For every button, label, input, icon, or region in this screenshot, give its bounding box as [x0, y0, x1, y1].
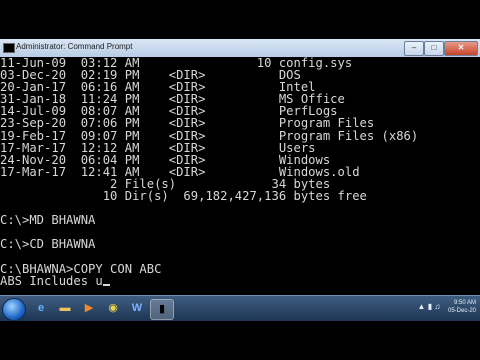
- console-input-line[interactable]: ABS Includes u: [0, 275, 480, 287]
- cmd-icon[interactable]: ▮: [150, 299, 174, 320]
- command-prompt-icon: [3, 43, 15, 53]
- tray-icons[interactable]: ▲ ▮ ♫: [418, 303, 441, 311]
- minimize-button[interactable]: –: [404, 41, 424, 56]
- console-input-text: ABS Includes u: [0, 273, 103, 288]
- letterbox-bottom: [0, 321, 480, 360]
- ie-icon[interactable]: e: [30, 299, 52, 318]
- clock-time: 9:50 AM: [453, 300, 476, 306]
- system-tray: ▲ ▮ ♫ 9:50 AM 05-Dec-20: [418, 299, 476, 318]
- taskbar: e ▬ ▶ ◉ W ▮ ▲ ▮ ♫ 9:50 AM 05-Dec-20: [0, 295, 480, 321]
- chrome-icon[interactable]: ◉: [102, 299, 124, 318]
- console-line: C:\>CD BHAWNA: [0, 237, 96, 252]
- clock-date: 05-Dec-20: [447, 308, 476, 314]
- folder-icon[interactable]: ▬: [54, 299, 76, 318]
- clock[interactable]: 9:50 AM 05-Dec-20: [448, 299, 476, 315]
- console-line: C:\>MD BHAWNA: [0, 213, 96, 228]
- text-cursor: [102, 283, 110, 286]
- close-button[interactable]: ✕: [444, 41, 478, 56]
- console-line: 23-Sep-20 07:06 PM <DIR> Program Files: [0, 116, 375, 131]
- console-line: 19-Feb-17 09:07 PM <DIR> Program Files (…: [0, 128, 419, 143]
- window-title: Administrator: Command Prompt: [16, 42, 133, 51]
- media-player-icon[interactable]: ▶: [78, 299, 100, 318]
- console-output[interactable]: 11-Jun-09 03:12 AM 10 config.sys 03-Dec-…: [0, 57, 480, 295]
- screen: Administrator: Command Prompt – □ ✕ 11-J…: [0, 0, 480, 360]
- start-button[interactable]: [2, 298, 26, 321]
- window-titlebar[interactable]: Administrator: Command Prompt – □ ✕: [0, 39, 480, 58]
- console-line: 10 Dir(s) 69,182,427,136 bytes free: [0, 189, 367, 204]
- maximize-button[interactable]: □: [424, 41, 444, 56]
- word-icon[interactable]: W: [126, 299, 148, 318]
- console-line: 17-Mar-17 12:12 AM <DIR> Users: [0, 140, 316, 155]
